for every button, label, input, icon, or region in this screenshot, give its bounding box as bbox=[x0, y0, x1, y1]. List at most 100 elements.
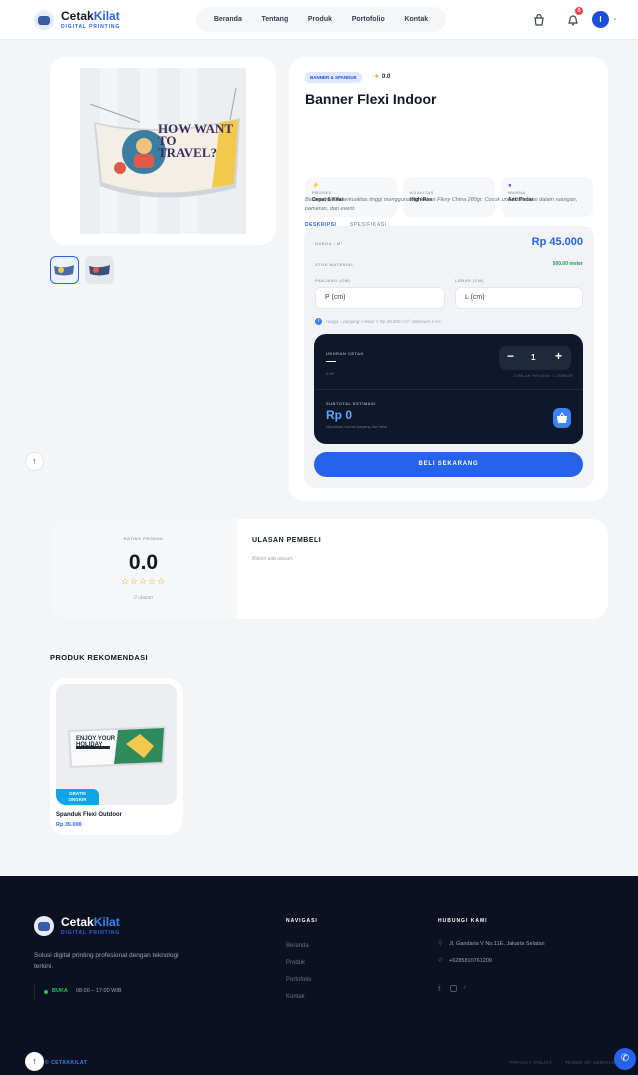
footer-about: Solusi digital printing profesional deng… bbox=[34, 952, 179, 970]
cart-icon[interactable] bbox=[533, 13, 545, 26]
product-card[interactable]: ENJOY YOUR HOLIDAY GRATIS ONGKIR Spanduk… bbox=[50, 678, 183, 835]
price-hint: Harga = panjang × lebar × Rp 45.000 / m²… bbox=[326, 319, 442, 324]
footer-link-produk[interactable]: Produk bbox=[286, 955, 311, 972]
reviews-card: RATING PRODUK 0.0 ☆☆☆☆☆ 0 ulasan ULASAN … bbox=[50, 519, 608, 619]
subtotal-value: Rp 0 bbox=[326, 408, 353, 422]
panel-divider bbox=[314, 389, 583, 390]
product-card-name: Spanduk Flexi Outdoor bbox=[56, 812, 123, 818]
footer-link-portofolio[interactable]: Portofolio bbox=[286, 972, 311, 989]
calculation-panel: UKURAN CETAK — 0 m² − 1 + JUMLAH PRODUK … bbox=[314, 334, 583, 444]
empty-reviews: Belum ada ulasan. bbox=[252, 556, 294, 562]
nav-tentang[interactable]: Tentang bbox=[262, 16, 289, 23]
feature-label: WARNA bbox=[508, 190, 526, 195]
stock-label: STOK MATERIAL bbox=[315, 262, 355, 267]
footer-copyright: © CETAKKILAT bbox=[45, 1060, 88, 1066]
rating-value: 0.0 bbox=[382, 74, 391, 80]
quantity-label: JUMLAH PRODUK / LEMBAR bbox=[513, 374, 573, 378]
rating-label: RATING PRODUK bbox=[123, 536, 164, 541]
feature-label: PROSES bbox=[312, 190, 332, 195]
quality-icon: • bbox=[410, 183, 488, 190]
status-open: BUKA bbox=[52, 988, 68, 994]
decrement-button[interactable]: − bbox=[507, 349, 514, 363]
brand-name-accent: Kilat bbox=[93, 9, 120, 23]
price-label: HARGA / M² bbox=[315, 241, 343, 246]
info-icon: i bbox=[315, 318, 322, 325]
star-icon: ★ bbox=[374, 74, 380, 80]
footer-contact-title: HUBUNGI KAMI bbox=[438, 918, 488, 924]
product-card-price: Rp 35.000 bbox=[56, 822, 82, 828]
price-value: Rp 45.000 bbox=[531, 236, 583, 248]
footer-brand-name: Cetak bbox=[61, 915, 94, 929]
logo-icon bbox=[34, 10, 54, 30]
footer-nav: Beranda Produk Portofolio Kontak bbox=[286, 938, 311, 1006]
product-image-card: HOW WANT TO TRAVEL? bbox=[50, 57, 276, 245]
footer-nav-title: NAVIGASI bbox=[286, 918, 318, 924]
nav-kontak[interactable]: Kontak bbox=[404, 16, 428, 23]
thumbnail-2[interactable] bbox=[85, 256, 114, 284]
phone-icon: ✆ bbox=[438, 958, 444, 964]
subtotal-label: SUBTOTAL ESTIMASI bbox=[326, 401, 376, 406]
facebook-icon[interactable]: f bbox=[438, 986, 440, 993]
order-panel: HARGA / M² Rp 45.000 STOK MATERIAL 500.0… bbox=[304, 226, 594, 488]
feature-label: KUALITAS bbox=[410, 190, 434, 195]
brand-name: Cetak bbox=[61, 9, 94, 23]
scroll-top-button[interactable]: ↑ bbox=[25, 452, 44, 471]
free-shipping-badge: GRATIS ONGKIR bbox=[56, 789, 99, 805]
nav-beranda[interactable]: Beranda bbox=[214, 16, 242, 23]
length-label: PANJANG (CM) bbox=[315, 278, 351, 283]
buy-now-button[interactable]: BELI SEKARANG bbox=[314, 452, 583, 477]
nav-produk[interactable]: Produk bbox=[308, 16, 332, 23]
status-dot-icon bbox=[44, 990, 48, 994]
footer-address: Jl. Gandaria V No.11E, Jakarta Selatan bbox=[449, 941, 545, 947]
brand-logo[interactable]: CetakKilat DIGITAL PRINTING bbox=[34, 10, 120, 30]
category-badge: BANNER & SPANDUK bbox=[305, 72, 362, 83]
location-icon: ⚲ bbox=[438, 941, 443, 947]
logo-icon bbox=[34, 916, 54, 936]
banner-print-text: HOW WANT TO TRAVEL? bbox=[158, 121, 233, 160]
tiktok-icon[interactable]: ♪ bbox=[463, 984, 467, 991]
quantity-value: 1 bbox=[531, 353, 536, 362]
rating-stars-icon: ☆☆☆☆☆ bbox=[120, 576, 167, 586]
thumbnail-1[interactable] bbox=[50, 256, 79, 284]
footer-link-beranda[interactable]: Beranda bbox=[286, 938, 311, 955]
privacy-link[interactable]: PRIVACY POLICY bbox=[510, 1060, 553, 1065]
brand-tagline: DIGITAL PRINTING bbox=[61, 24, 121, 30]
review-count: 0 ulasan bbox=[134, 595, 153, 601]
scroll-top-button-footer[interactable]: ↑ bbox=[25, 1052, 44, 1071]
basket-button[interactable] bbox=[553, 408, 571, 428]
length-input[interactable]: P (cm) bbox=[315, 287, 445, 309]
recommendations-title: PRODUK REKOMENDASI bbox=[50, 653, 149, 662]
chat-icon[interactable]: ✆ bbox=[614, 1048, 636, 1070]
width-input[interactable]: L (cm) bbox=[455, 287, 583, 309]
subtotal-hint: Masukkan ukuran panjang dan lebar bbox=[326, 425, 388, 429]
reviews-title: ULASAN PEMBELI bbox=[252, 537, 322, 544]
rating-big-value: 0.0 bbox=[128, 551, 159, 574]
width-label: LEBAR (CM) bbox=[455, 278, 484, 283]
rating-summary: RATING PRODUK 0.0 ☆☆☆☆☆ 0 ulasan bbox=[50, 519, 237, 619]
footer-logo[interactable]: CetakKilat DIGITAL PRINTING bbox=[34, 916, 120, 936]
palette-icon: ● bbox=[508, 183, 512, 189]
instagram-icon[interactable] bbox=[450, 985, 457, 992]
increment-button[interactable]: + bbox=[555, 349, 562, 363]
lightning-icon: ⚡ bbox=[312, 183, 320, 189]
product-info-card: BANNER & SPANDUK ★ 0.0 Banner Flexi Indo… bbox=[289, 57, 608, 501]
basket-icon bbox=[557, 412, 567, 423]
top-header: CetakKilat DIGITAL PRINTING Beranda Tent… bbox=[0, 0, 638, 40]
quantity-stepper: − 1 + bbox=[499, 346, 571, 370]
nav-portofolio[interactable]: Portofolio bbox=[352, 16, 385, 23]
status-divider bbox=[34, 984, 35, 1000]
product-title: Banner Flexi Indoor bbox=[305, 91, 437, 107]
size-unit: 0 m² bbox=[326, 371, 334, 376]
opening-hours: 08:00 – 17:00 WIB bbox=[76, 988, 122, 994]
user-avatar[interactable]: I bbox=[592, 11, 609, 28]
footer-phone[interactable]: +6285810761209 bbox=[449, 958, 492, 964]
chevron-down-icon[interactable]: ⌄ bbox=[612, 14, 618, 22]
footer-link-kontak[interactable]: Kontak bbox=[286, 989, 311, 1006]
main-nav: Beranda Tentang Produk Portofolio Kontak bbox=[196, 7, 446, 32]
terms-link[interactable]: TERMS OF SERVICE bbox=[565, 1060, 617, 1065]
footer-brand-accent: Kilat bbox=[93, 915, 120, 929]
site-footer: CetakKilat DIGITAL PRINTING Solusi digit… bbox=[0, 876, 638, 1075]
card-banner-text: ENJOY YOUR HOLIDAY bbox=[76, 736, 116, 748]
bell-icon[interactable] bbox=[567, 13, 579, 26]
stock-value: 500.00 meter bbox=[552, 261, 583, 267]
